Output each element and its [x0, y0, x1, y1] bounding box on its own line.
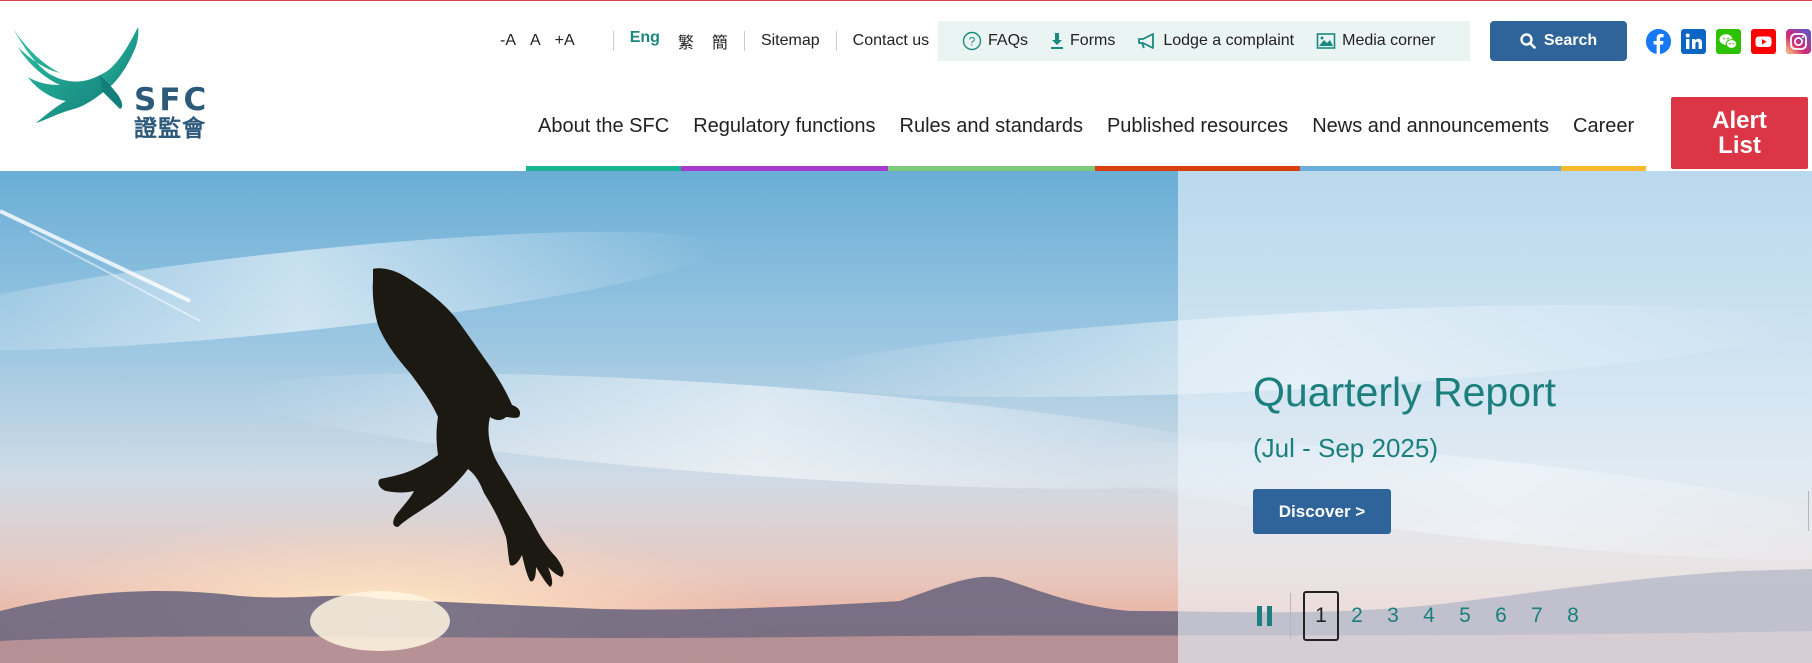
facebook-icon[interactable] [1646, 29, 1671, 54]
logo-text-en: SFC [134, 82, 210, 118]
font-size-controls: -A A +A [500, 32, 575, 50]
quick-links: ? FAQs Forms Lodge a complaint Media cor… [938, 21, 1470, 61]
carousel-pager: 1 2 3 4 5 6 7 8 [1250, 591, 1591, 641]
hero-title: Quarterly Report [1253, 369, 1557, 415]
slide-2-button[interactable]: 2 [1339, 591, 1375, 641]
hero-banner: Quarterly Report (Jul - Sep 2025) Discov… [0, 171, 1812, 663]
slide-6-button[interactable]: 6 [1483, 591, 1519, 641]
divider [612, 31, 614, 51]
lodge-complaint-label: Lodge a complaint [1163, 32, 1295, 49]
font-increase-button[interactable]: +A [555, 32, 575, 50]
alert-line-1: Alert [1712, 107, 1767, 134]
lodge-complaint-link[interactable]: Lodge a complaint [1137, 32, 1294, 50]
sitemap-link[interactable]: Sitemap [761, 32, 820, 50]
slide-3-button[interactable]: 3 [1375, 591, 1411, 641]
nav-published-resources[interactable]: Published resources [1094, 97, 1301, 171]
media-corner-link[interactable]: Media corner [1316, 32, 1435, 50]
search-label: Search [1543, 32, 1598, 49]
logo-text: SFC 證監會 [134, 85, 209, 143]
media-corner-label: Media corner [1342, 32, 1436, 49]
linkedin-icon[interactable] [1681, 29, 1706, 54]
lang-simplified-link[interactable]: 簡 [712, 29, 728, 53]
eagle-logo-icon [12, 27, 139, 123]
instagram-icon[interactable] [1786, 29, 1811, 54]
site-header: SFC 證監會 -A A +A Eng 繁 簡 Sitemap Contact … [0, 1, 1812, 171]
hero-text-panel [1178, 171, 1812, 663]
alert-list-button[interactable]: Alert List [1671, 97, 1808, 169]
slide-1-button[interactable]: 1 [1303, 591, 1339, 641]
youtube-icon[interactable] [1751, 29, 1776, 54]
scroll-edge-marker [1808, 491, 1809, 531]
font-default-button[interactable]: A [530, 32, 541, 50]
nav-rules-and-standards[interactable]: Rules and standards [887, 97, 1095, 171]
language-switcher: Eng 繁 簡 [630, 29, 728, 53]
pause-icon [1257, 606, 1272, 626]
nav-label: Career [1573, 115, 1635, 137]
faqs-link[interactable]: ? FAQs [962, 31, 1028, 51]
hero-subtitle: (Jul - Sep 2025) [1253, 433, 1438, 463]
nav-label: About the SFC [538, 115, 670, 137]
lang-eng-link[interactable]: Eng [630, 29, 660, 53]
nav-career[interactable]: Career [1561, 97, 1647, 171]
slide-indicators: 1 2 3 4 5 6 7 8 [1303, 591, 1591, 641]
svg-text:?: ? [969, 35, 976, 49]
main-navigation: About the SFC Regulatory functions Rules… [526, 97, 1647, 171]
question-circle-icon: ? [962, 31, 982, 51]
nav-about-the-sfc[interactable]: About the SFC [526, 97, 682, 171]
faqs-label: FAQs [988, 32, 1029, 49]
megaphone-icon [1138, 33, 1155, 49]
hero-sky-image [0, 171, 1812, 663]
nav-label: Rules and standards [899, 115, 1083, 137]
social-links [1646, 29, 1811, 54]
discover-button[interactable]: Discover > [1253, 489, 1391, 534]
contact-us-link[interactable]: Contact us [853, 32, 929, 50]
wechat-icon[interactable] [1716, 29, 1741, 54]
slide-7-button[interactable]: 7 [1519, 591, 1555, 641]
pager-divider [1290, 593, 1291, 639]
slide-8-button[interactable]: 8 [1555, 591, 1591, 641]
nav-regulatory-functions[interactable]: Regulatory functions [681, 97, 888, 171]
divider [743, 31, 745, 51]
logo-text-zh: 證監會 [134, 116, 206, 142]
nav-news-and-announcements[interactable]: News and announcements [1300, 97, 1562, 171]
download-icon [1051, 33, 1064, 49]
font-decrease-button[interactable]: -A [500, 32, 516, 50]
divider [835, 31, 837, 51]
slide-5-button[interactable]: 5 [1447, 591, 1483, 641]
pause-button[interactable] [1250, 601, 1280, 631]
image-icon [1316, 33, 1336, 49]
search-icon [1520, 33, 1536, 49]
slide-4-button[interactable]: 4 [1411, 591, 1447, 641]
utility-bar: -A A +A Eng 繁 簡 Sitemap Contact us [500, 21, 929, 61]
forms-label: Forms [1070, 32, 1116, 49]
lang-traditional-link[interactable]: 繁 [678, 29, 694, 53]
nav-label: Regulatory functions [693, 115, 876, 137]
forms-link[interactable]: Forms [1050, 32, 1115, 50]
nav-label: Published resources [1106, 115, 1289, 137]
alert-line-2: List [1718, 132, 1761, 159]
search-button[interactable]: Search [1490, 21, 1627, 61]
nav-label: News and announcements [1312, 115, 1550, 137]
